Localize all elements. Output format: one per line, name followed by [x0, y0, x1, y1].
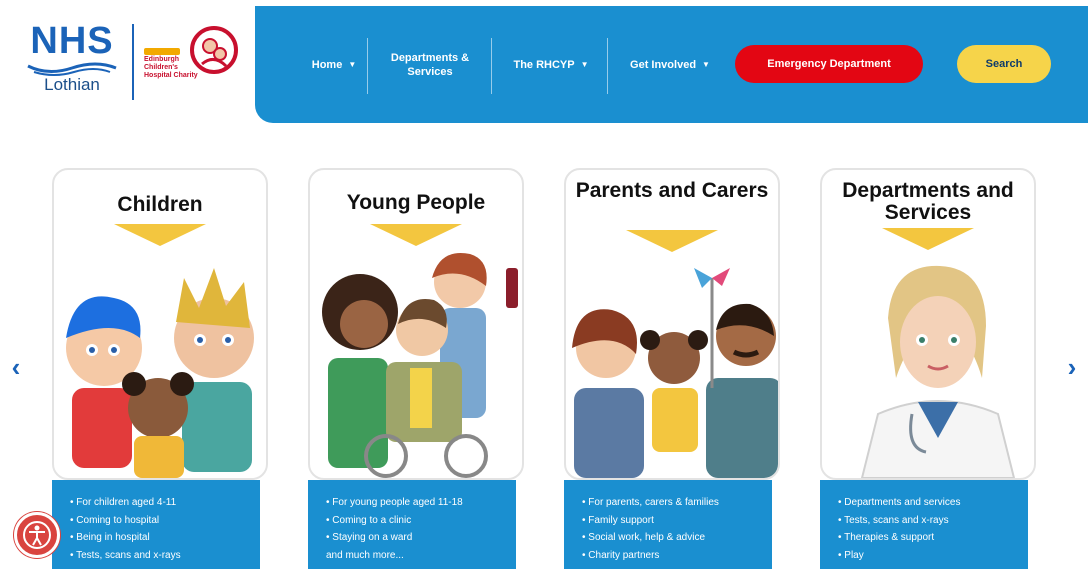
card-young-people-info: • For young people aged 11-18 • Coming t…: [308, 480, 516, 569]
nav-rhcyp-label: The RHCYP: [513, 58, 575, 71]
search-button[interactable]: Search: [957, 45, 1051, 83]
nhs-swirl-icon: [27, 62, 117, 76]
card-parents-carers[interactable]: Parents and Carers: [564, 168, 780, 480]
list-item[interactable]: • Tests, scans and x-rays: [838, 512, 1018, 530]
list-item[interactable]: • Tests, scans and x-rays: [70, 547, 250, 565]
card-children[interactable]: Children: [52, 168, 268, 480]
list-item[interactable]: • Coming to hospital: [70, 512, 250, 530]
card-title: Young People: [346, 191, 486, 214]
nav-divider: [491, 38, 492, 94]
card-young-people[interactable]: Young People: [308, 168, 524, 480]
charity-tag: [144, 48, 180, 55]
region-name: Lothian: [44, 75, 100, 94]
card-parents-carers-info: • For parents, carers & families • Famil…: [564, 480, 772, 569]
parents-carers-illustration: [572, 268, 778, 478]
emergency-department-button[interactable]: Emergency Department: [735, 45, 923, 83]
nav-departments-label: Departments & Services: [390, 51, 470, 78]
nav-home[interactable]: Home ▼: [289, 6, 379, 123]
card-title: Departments and Services: [842, 179, 1014, 224]
list-item[interactable]: • Being in hospital: [70, 529, 250, 547]
logo-divider: [132, 24, 134, 100]
list-item[interactable]: • Departments and services: [838, 494, 1018, 512]
list-item[interactable]: • Staying on a ward: [326, 529, 506, 547]
chevron-down-icon: ▼: [580, 59, 589, 69]
card-departments-services[interactable]: Departments and Services: [820, 168, 1036, 480]
list-item[interactable]: • Coming to a clinic: [326, 512, 506, 530]
card-title: Parents and Carers: [575, 179, 769, 202]
nhs-wordmark: NHS: [30, 20, 114, 62]
list-item[interactable]: and much more...: [326, 547, 506, 565]
nav-home-label: Home: [311, 58, 343, 71]
nav-the-rhcyp[interactable]: The RHCYP ▼: [499, 6, 603, 123]
list-item[interactable]: • For parents, carers & families: [582, 494, 762, 512]
card-departments-services-info: • Departments and services • Tests, scan…: [820, 480, 1028, 569]
accessibility-button[interactable]: [14, 512, 60, 558]
nav-divider: [367, 38, 368, 94]
accessibility-icon: [23, 521, 51, 549]
list-item[interactable]: • Therapies & support: [838, 529, 1018, 547]
charity-logo-icon: [190, 26, 238, 74]
nav-divider: [607, 38, 608, 94]
charity-logo: Edinburgh Children's Hospital Charity: [144, 24, 244, 100]
nav-departments-services[interactable]: Departments & Services: [375, 6, 485, 123]
nav-get-involved-label: Get Involved: [630, 58, 697, 71]
card-title: Children: [117, 193, 203, 216]
chevron-down-icon: ▼: [702, 59, 710, 69]
list-item[interactable]: • Family support: [582, 512, 762, 530]
list-item[interactable]: • For children aged 4-11: [70, 494, 250, 512]
list-item[interactable]: • Play: [838, 547, 1018, 565]
chevron-right-icon[interactable]: ›: [1062, 352, 1082, 382]
young-people-illustration: [322, 253, 518, 478]
card-children-info: • For children aged 4-11 • Coming to hos…: [52, 480, 260, 569]
departments-services-illustration: [860, 265, 1016, 478]
nhs-lothian-logo: NHS Lothian: [22, 22, 122, 94]
main-navigation: Home ▼ Departments & Services The RHCYP ▼ …: [255, 6, 1088, 123]
site-logo[interactable]: NHS Lothian Edinburgh Children's Hospita…: [0, 0, 258, 122]
list-item[interactable]: • Social work, help & advice: [582, 529, 762, 547]
list-item[interactable]: • For young people aged 11-18: [326, 494, 506, 512]
children-illustration: [66, 268, 254, 478]
chevron-down-icon: ▼: [348, 59, 357, 69]
chevron-left-icon[interactable]: ‹: [6, 352, 26, 382]
nav-get-involved[interactable]: Get Involved ▼: [613, 6, 727, 123]
list-item[interactable]: • Charity partners: [582, 547, 762, 565]
